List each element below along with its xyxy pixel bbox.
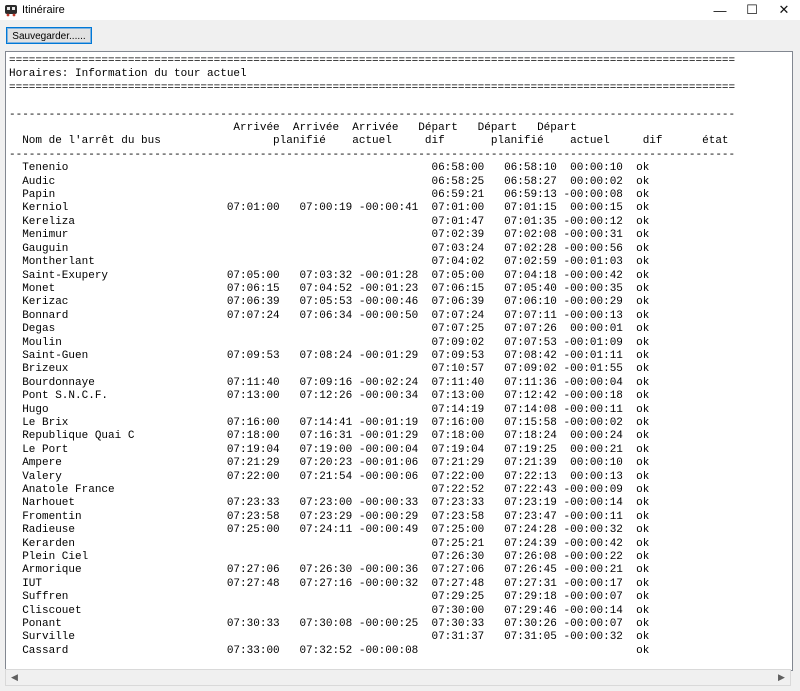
window-title: Itinéraire	[22, 4, 65, 16]
horizontal-scrollbar[interactable]: ◀ ▶	[5, 669, 791, 686]
bus-icon	[5, 5, 17, 17]
schedule-report: ========================================…	[9, 55, 736, 657]
report-text-area[interactable]: ========================================…	[5, 51, 793, 671]
scroll-right-arrow-icon[interactable]: ▶	[773, 670, 790, 685]
scroll-left-arrow-icon[interactable]: ◀	[6, 670, 23, 685]
scroll-track[interactable]	[23, 672, 773, 683]
title-bar: Itinéraire — ☐ ✕	[0, 0, 800, 20]
close-button[interactable]: ✕	[764, 0, 800, 20]
save-button[interactable]: Sauvegarder......	[6, 27, 92, 44]
